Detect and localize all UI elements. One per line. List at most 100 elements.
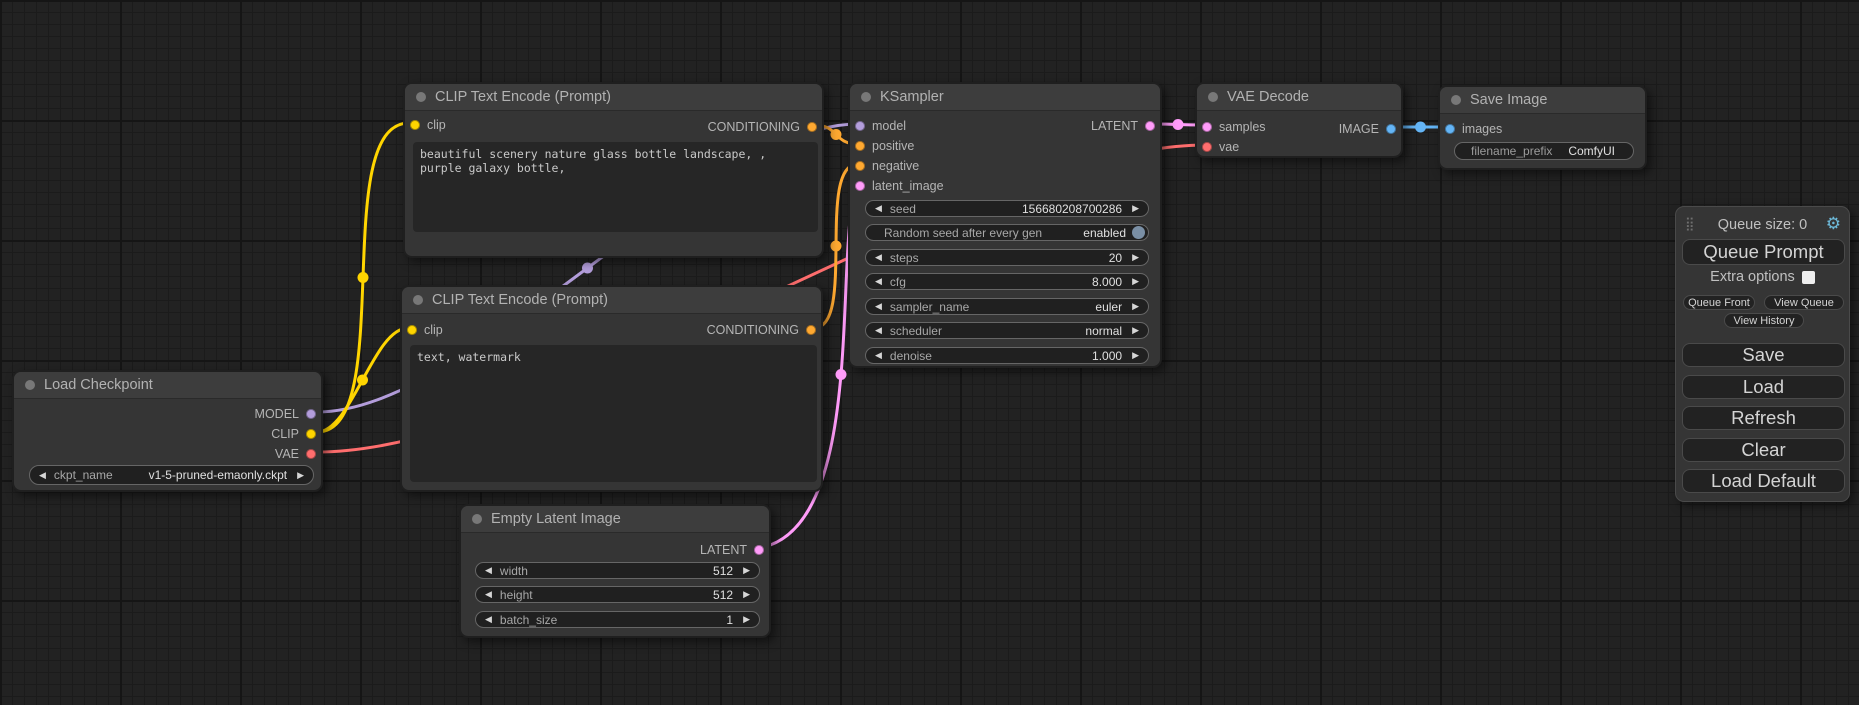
collapse-dot-icon[interactable] [861,92,871,102]
refresh-button[interactable]: Refresh [1682,406,1845,430]
save-button[interactable]: Save [1682,343,1845,367]
increment-arrow-icon[interactable]: ▶ [743,589,750,600]
view-queue-button[interactable]: View Queue [1764,295,1844,310]
prompt-text-input[interactable]: beautiful scenery nature glass bottle la… [413,142,818,232]
input-slot-latent_image[interactable]: latent_image [855,176,944,196]
node-vae-decode[interactable]: VAE Decode samplesvae IMAGE [1195,82,1403,158]
node-empty-latent-image[interactable]: Empty Latent Image LATENT ◀width512▶ ◀heigh… [459,504,771,638]
output-slot-model[interactable]: MODEL [255,404,316,424]
increment-arrow-icon[interactable]: ▶ [1132,252,1139,263]
widget-cfg[interactable]: ◀cfg8.000▶ [865,273,1149,290]
output-slot-vae[interactable]: VAE [275,444,316,464]
node-clip-text-encode-negative[interactable]: CLIP Text Encode (Prompt) clip CONDITIONIN… [400,285,823,492]
input-slot-negative[interactable]: negative [855,156,919,176]
widget-ckpt_name[interactable]: ◀ckpt_namev1-5-pruned-emaonly.ckpt▶ [29,465,314,485]
output-dot-model[interactable] [306,409,316,419]
output-dot-conditioning[interactable] [807,122,817,132]
collapse-dot-icon[interactable] [1451,95,1461,105]
output-slot-conditioning[interactable]: CONDITIONING [707,320,816,340]
decrement-arrow-icon[interactable]: ◀ [485,614,492,625]
increment-arrow-icon[interactable]: ▶ [743,614,750,625]
input-dot-samples[interactable] [1202,122,1212,132]
decrement-arrow-icon[interactable]: ◀ [875,203,882,214]
node-load-checkpoint[interactable]: Load Checkpoint MODELCLIPVAE◀ckpt_namev1-… [12,370,323,492]
view-history-button[interactable]: View History [1724,313,1804,328]
output-slot-clip[interactable]: CLIP [271,424,316,444]
output-dot-latent[interactable] [754,545,764,555]
clear-button[interactable]: Clear [1682,438,1845,462]
input-dot-vae[interactable] [1202,142,1212,152]
widget-steps[interactable]: ◀steps20▶ [865,249,1149,266]
increment-arrow-icon[interactable]: ▶ [1132,350,1139,361]
widget-height[interactable]: ◀height512▶ [475,586,760,603]
input-dot-positive[interactable] [855,141,865,151]
output-dot-conditioning[interactable] [806,325,816,335]
input-slot-clip[interactable]: clip [410,115,446,135]
node-title-bar[interactable]: VAE Decode [1197,84,1401,111]
collapse-dot-icon[interactable] [413,295,423,305]
decrement-arrow-icon[interactable]: ◀ [875,252,882,263]
widget-width[interactable]: ◀width512▶ [475,562,760,579]
node-clip-text-encode-positive[interactable]: CLIP Text Encode (Prompt) clip CONDITIONIN… [403,82,824,258]
decrement-arrow-icon[interactable]: ◀ [39,470,46,481]
increment-arrow-icon[interactable]: ▶ [743,565,750,576]
queue-prompt-button[interactable]: Queue Prompt [1682,239,1845,265]
node-ksampler[interactable]: KSampler modelpositivenegativelatent_imag… [848,82,1162,368]
input-slot-model[interactable]: model [855,116,906,136]
widget-scheduler[interactable]: ◀schedulernormal▶ [865,322,1149,339]
node-title-bar[interactable]: KSampler [850,84,1160,111]
output-slot-image[interactable]: IMAGE [1339,119,1396,139]
input-slot-vae[interactable]: vae [1202,137,1239,157]
widget-seed[interactable]: ◀seed156680208700286▶ [865,200,1149,217]
collapse-dot-icon[interactable] [472,514,482,524]
input-dot-model[interactable] [855,121,865,131]
load-default-button[interactable]: Load Default [1682,469,1845,493]
load-button[interactable]: Load [1682,375,1845,399]
increment-arrow-icon[interactable]: ▶ [1132,301,1139,312]
input-dot-clip[interactable] [410,120,420,130]
input-slot-positive[interactable]: positive [855,136,914,156]
input-dot-images[interactable] [1445,124,1455,134]
collapse-dot-icon[interactable] [416,92,426,102]
decrement-arrow-icon[interactable]: ◀ [875,276,882,287]
increment-arrow-icon[interactable]: ▶ [1132,276,1139,287]
input-slot-samples[interactable]: samples [1202,117,1266,137]
prompt-text-input[interactable]: text, watermark [410,345,817,482]
toggle-dot[interactable] [1132,226,1145,239]
node-title-bar[interactable]: CLIP Text Encode (Prompt) [402,287,821,314]
extra-options-checkbox[interactable] [1802,271,1815,284]
increment-arrow-icon[interactable]: ▶ [297,470,304,481]
node-title-bar[interactable]: Empty Latent Image [461,506,769,533]
widget-random-seed-after-every-gen[interactable]: Random seed after every genenabled [865,224,1149,241]
decrement-arrow-icon[interactable]: ◀ [875,301,882,312]
increment-arrow-icon[interactable]: ▶ [1132,203,1139,214]
output-slot-latent[interactable]: LATENT [1091,116,1155,136]
output-slot-latent[interactable]: LATENT [700,540,764,560]
collapse-dot-icon[interactable] [1208,92,1218,102]
widget-batch_size[interactable]: ◀batch_size1▶ [475,611,760,628]
decrement-arrow-icon[interactable]: ◀ [485,589,492,600]
widget-sampler_name[interactable]: ◀sampler_nameeuler▶ [865,298,1149,315]
output-dot-vae[interactable] [306,449,316,459]
decrement-arrow-icon[interactable]: ◀ [485,565,492,576]
input-slot-clip[interactable]: clip [407,320,443,340]
input-dot-negative[interactable] [855,161,865,171]
queue-panel[interactable]: ⣿ Queue size: 0 ⚙ Queue Prompt Extra opt… [1675,206,1850,502]
input-dot-clip[interactable] [407,325,417,335]
output-dot-latent[interactable] [1145,121,1155,131]
queue-front-button[interactable]: Queue Front [1683,295,1755,310]
node-graph-canvas[interactable]: Load Checkpoint MODELCLIPVAE◀ckpt_namev1-… [0,0,1859,705]
input-slot-images[interactable]: images [1445,119,1502,139]
node-save-image[interactable]: Save Imageimagesfilename_prefixComfyUI [1438,85,1647,170]
decrement-arrow-icon[interactable]: ◀ [875,325,882,336]
increment-arrow-icon[interactable]: ▶ [1132,325,1139,336]
output-dot-image[interactable] [1386,124,1396,134]
decrement-arrow-icon[interactable]: ◀ [875,350,882,361]
gear-icon[interactable]: ⚙ [1826,215,1841,233]
output-slot-conditioning[interactable]: CONDITIONING [708,117,817,137]
widget-denoise[interactable]: ◀denoise1.000▶ [865,347,1149,364]
node-title-bar[interactable]: Load Checkpoint [14,372,321,399]
node-title-bar[interactable]: Save Image [1440,87,1645,114]
node-title-bar[interactable]: CLIP Text Encode (Prompt) [405,84,822,111]
output-dot-clip[interactable] [306,429,316,439]
